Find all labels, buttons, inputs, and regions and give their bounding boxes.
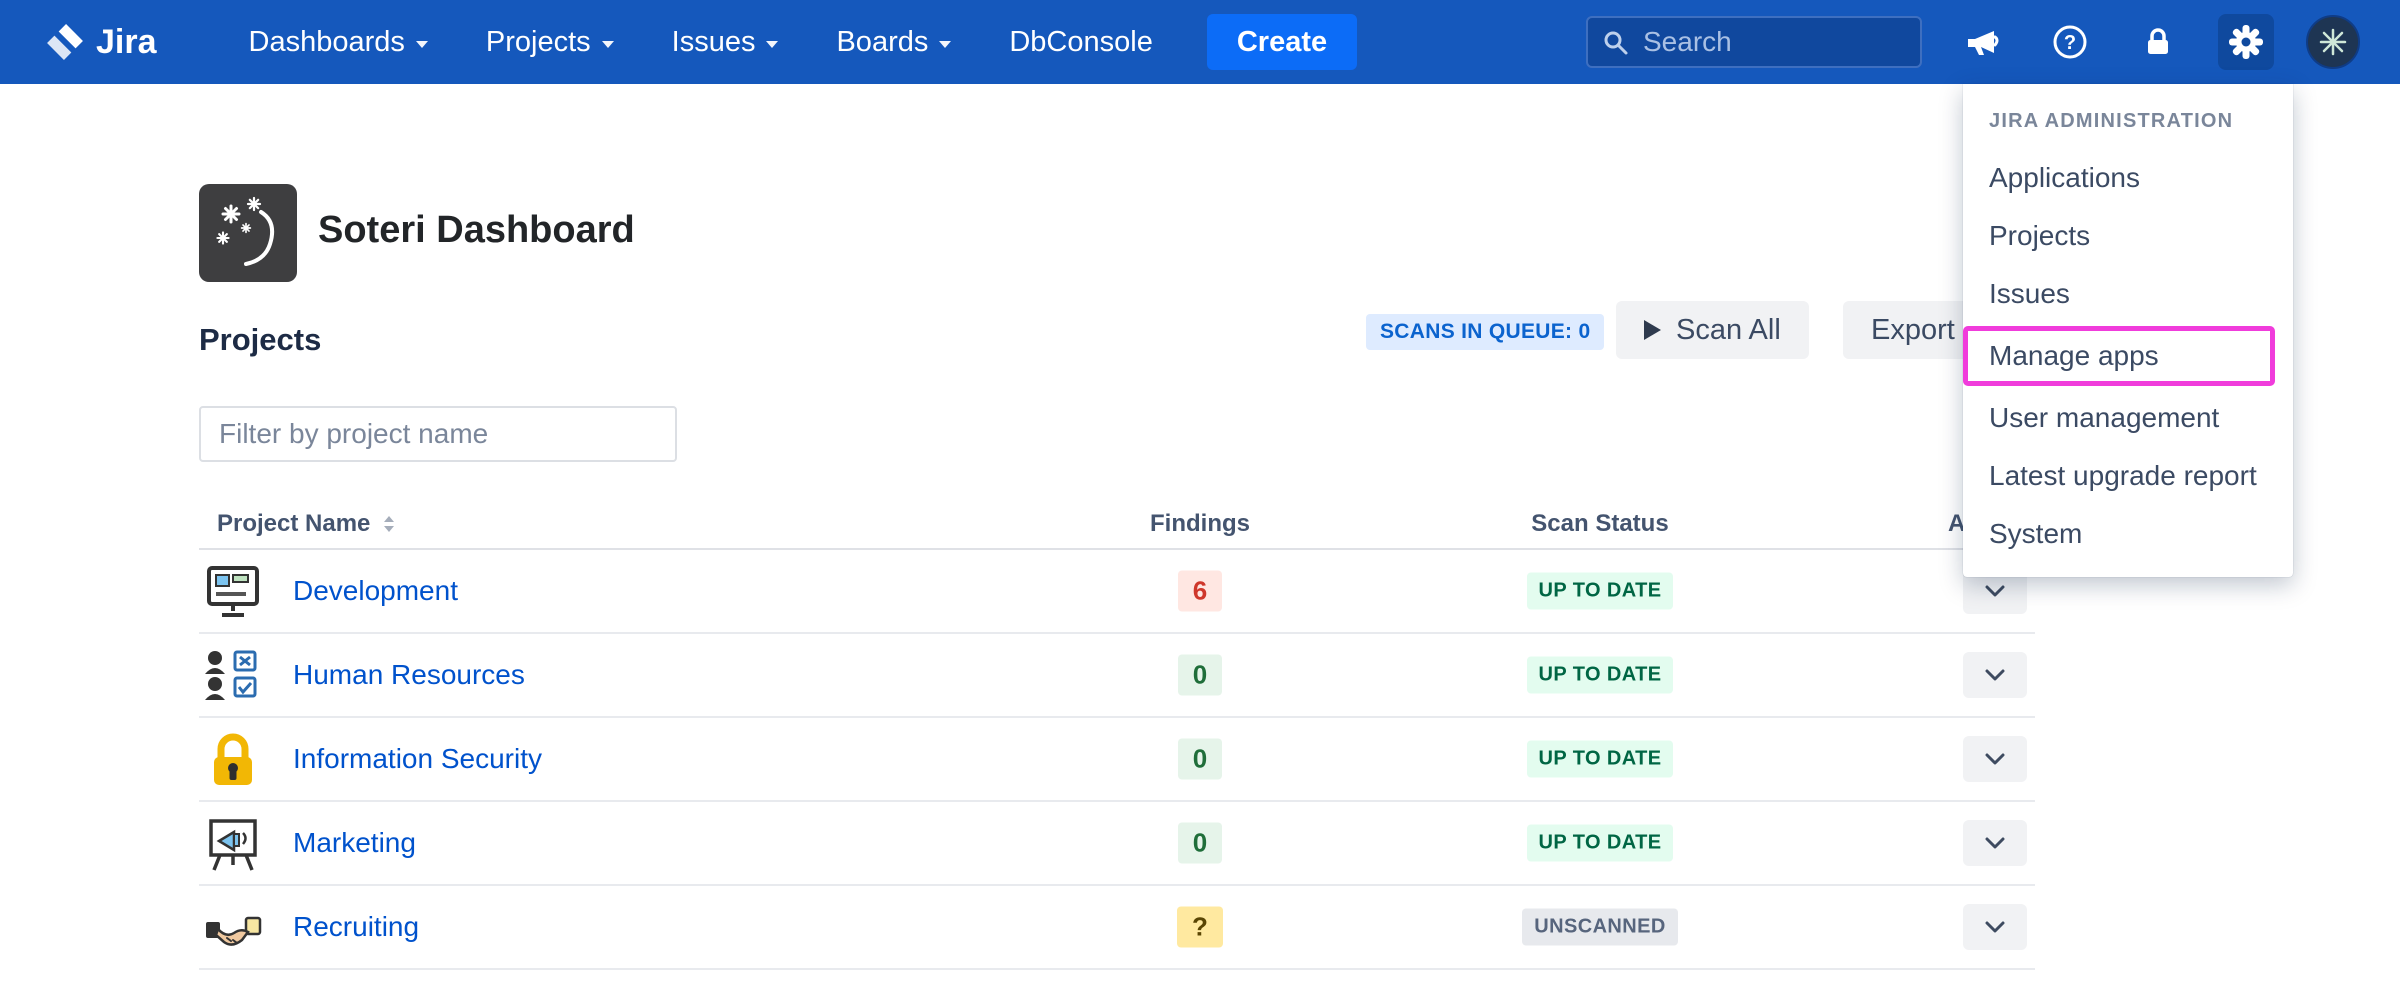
scan-all-label: Scan All: [1676, 314, 1781, 347]
jira-administration-menu: JIRA ADMINISTRATION Applications Project…: [1963, 84, 2293, 577]
nav-item-label: Issues: [672, 26, 756, 59]
findings-badge: 0: [1178, 823, 1222, 864]
scan-status-badge: UP TO DATE: [1527, 657, 1674, 694]
chevron-down-icon: [602, 41, 614, 48]
play-icon: [1644, 320, 1661, 340]
permissions-button[interactable]: [2130, 14, 2186, 70]
findings-badge: 6: [1178, 571, 1222, 612]
findings-badge: ?: [1177, 907, 1223, 948]
announcements-button[interactable]: [1954, 14, 2010, 70]
user-avatar[interactable]: [2306, 15, 2360, 69]
project-link-human-resources[interactable]: Human Resources: [293, 659, 525, 691]
chevron-down-icon: [1985, 921, 2005, 933]
megaphone-icon: [1964, 24, 2000, 60]
scan-status-badge: UNSCANNED: [1522, 909, 1677, 946]
scans-in-queue-badge: SCANS IN QUEUE: 0: [1366, 314, 1604, 350]
jira-brand[interactable]: Jira: [46, 23, 157, 62]
row-actions-button[interactable]: [1963, 736, 2027, 782]
table-header-row: Project Name Findings Scan Status Action…: [199, 500, 2035, 550]
row-actions-button[interactable]: [1963, 652, 2027, 698]
svg-text:?: ?: [2064, 32, 2076, 54]
chevron-down-icon: [1985, 669, 2005, 681]
marketing-project-icon: [203, 814, 263, 874]
export-label: Export: [1871, 314, 1955, 347]
avatar-snowflake-icon: [2316, 25, 2350, 59]
menu-item-issues[interactable]: Issues: [1963, 265, 2293, 323]
chevron-down-icon: [939, 41, 951, 48]
nav-item-label: DbConsole: [1009, 26, 1152, 59]
search-input[interactable]: [1641, 25, 1906, 59]
sort-icon: [382, 514, 396, 534]
development-project-icon: [203, 562, 263, 622]
column-header-findings: Findings: [1145, 510, 1255, 538]
lock-icon: [2141, 25, 2175, 59]
row-actions-button[interactable]: [1963, 820, 2027, 866]
top-nav-bar: Jira Dashboards Projects Issues Boards D…: [0, 0, 2400, 84]
chevron-down-icon: [416, 41, 428, 48]
table-row-marketing: Marketing 0 UP TO DATE: [199, 802, 2035, 886]
gear-icon: [2227, 23, 2265, 61]
table-row-recruiting: Recruiting ? UNSCANNED: [199, 886, 2035, 970]
page-title: Soteri Dashboard: [318, 209, 635, 252]
search-icon: [1602, 29, 1629, 56]
chevron-down-icon: [1985, 837, 2005, 849]
project-link-development[interactable]: Development: [293, 575, 458, 607]
projects-section-heading: Projects: [199, 322, 321, 358]
chevron-down-icon: [1985, 585, 2005, 597]
human-resources-project-icon: [203, 646, 263, 706]
menu-item-projects[interactable]: Projects: [1963, 207, 2293, 265]
table-row-information-security: Information Security 0 UP TO DATE: [199, 718, 2035, 802]
project-link-marketing[interactable]: Marketing: [293, 827, 416, 859]
nav-right-cluster: ?: [1586, 14, 2360, 70]
admin-menu-heading: JIRA ADMINISTRATION: [1963, 110, 2293, 133]
nav-item-boards[interactable]: Boards: [836, 26, 951, 59]
global-search[interactable]: [1586, 16, 1922, 68]
table-row-human-resources: Human Resources 0 UP TO DATE: [199, 634, 2035, 718]
table-row-development: Development 6 UP TO DATE: [199, 550, 2035, 634]
column-header-scan-status: Scan Status: [1520, 510, 1680, 538]
column-header-project-name[interactable]: Project Name: [217, 510, 396, 538]
nav-item-label: Projects: [486, 26, 591, 59]
project-link-information-security[interactable]: Information Security: [293, 743, 542, 775]
jira-logo-icon: [46, 23, 84, 61]
scan-status-badge: UP TO DATE: [1527, 573, 1674, 610]
menu-item-user-management[interactable]: User management: [1963, 389, 2293, 447]
create-button[interactable]: Create: [1207, 14, 1357, 70]
menu-item-applications[interactable]: Applications: [1963, 149, 2293, 207]
column-label: Project Name: [217, 510, 370, 538]
nav-item-dbconsole[interactable]: DbConsole: [1009, 26, 1152, 59]
nav-item-issues[interactable]: Issues: [672, 26, 779, 59]
question-circle-icon: ?: [2052, 24, 2088, 60]
brand-label: Jira: [96, 23, 157, 62]
menu-item-latest-upgrade-report[interactable]: Latest upgrade report: [1963, 447, 2293, 505]
soteri-app-logo: [199, 184, 297, 282]
scan-status-badge: UP TO DATE: [1527, 825, 1674, 862]
scan-all-button[interactable]: Scan All: [1616, 301, 1809, 359]
help-button[interactable]: ?: [2042, 14, 2098, 70]
nav-item-label: Dashboards: [249, 26, 405, 59]
findings-badge: 0: [1178, 739, 1222, 780]
recruiting-project-icon: [203, 898, 263, 958]
nav-item-projects[interactable]: Projects: [486, 26, 614, 59]
information-security-project-icon: [203, 730, 263, 790]
primary-nav: Dashboards Projects Issues Boards DbCons…: [249, 26, 1153, 59]
menu-item-system[interactable]: System: [1963, 505, 2293, 563]
nav-item-label: Boards: [836, 26, 928, 59]
admin-settings-button[interactable]: [2218, 14, 2274, 70]
nav-item-dashboards[interactable]: Dashboards: [249, 26, 428, 59]
menu-item-manage-apps[interactable]: Manage apps: [1963, 326, 2275, 386]
project-link-recruiting[interactable]: Recruiting: [293, 911, 419, 943]
chevron-down-icon: [766, 41, 778, 48]
row-actions-button[interactable]: [1963, 904, 2027, 950]
project-filter-input[interactable]: [199, 406, 677, 462]
chevron-down-icon: [1985, 753, 2005, 765]
projects-table: Project Name Findings Scan Status Action…: [199, 500, 2035, 970]
scan-status-badge: UP TO DATE: [1527, 741, 1674, 778]
findings-badge: 0: [1178, 655, 1222, 696]
